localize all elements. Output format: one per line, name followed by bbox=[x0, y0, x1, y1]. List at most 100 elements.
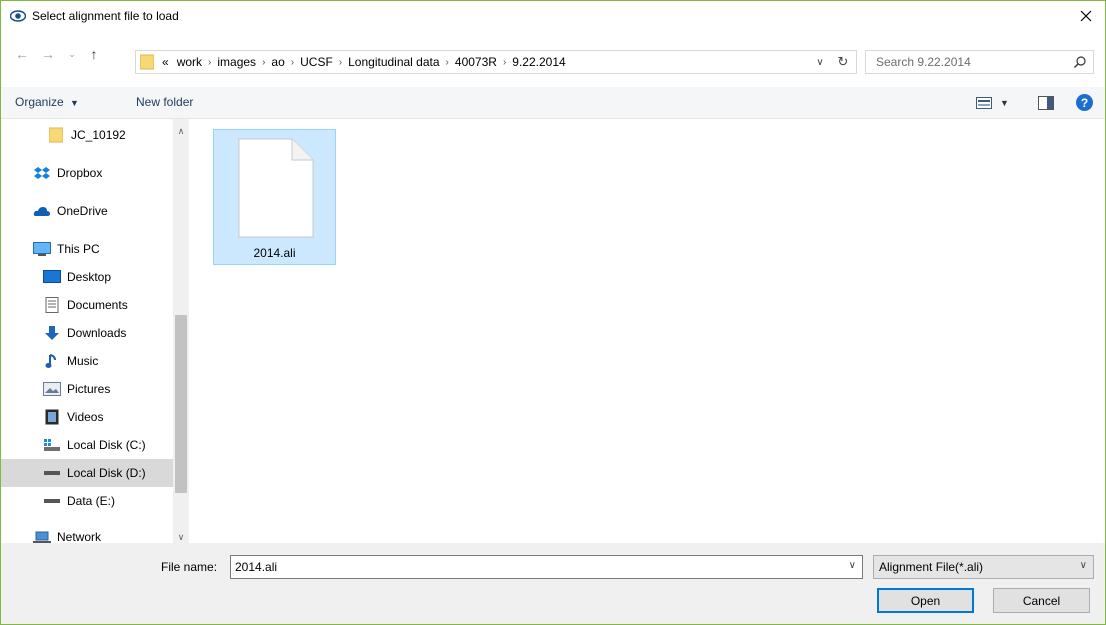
file-name-label: 2014.ali bbox=[253, 246, 296, 260]
nav-item-network[interactable]: Network bbox=[1, 523, 173, 543]
refresh-icon: ↻ bbox=[837, 54, 849, 69]
preview-pane-icon bbox=[1038, 96, 1054, 110]
chevron-right-icon[interactable]: › bbox=[444, 57, 451, 68]
breadcrumb-overflow[interactable]: « bbox=[158, 55, 173, 69]
nav-item-downloads[interactable]: Downloads bbox=[1, 319, 173, 347]
dialog-footer: File name: 2014.ali ∨ Alignment File(*.a… bbox=[1, 543, 1105, 624]
nav-item-data-e[interactable]: Data (E:) bbox=[1, 487, 173, 515]
nav-item-label: Desktop bbox=[67, 270, 112, 284]
nav-item-jc-10192[interactable]: JC_10192 bbox=[1, 121, 173, 149]
chevron-down-icon: ∨ bbox=[816, 56, 824, 68]
dropbox-icon bbox=[33, 165, 51, 181]
nav-item-desktop[interactable]: Desktop bbox=[1, 263, 173, 291]
breadcrumb-longitudinal-data[interactable]: Longitudinal data bbox=[344, 55, 443, 69]
help-icon: ? bbox=[1080, 95, 1089, 110]
new-folder-button[interactable]: New folder bbox=[136, 95, 193, 109]
close-button[interactable] bbox=[1071, 2, 1101, 30]
nav-scrollbar[interactable]: ∧ ∨ bbox=[173, 119, 189, 543]
music-icon bbox=[43, 353, 61, 369]
nav-item-dropbox[interactable]: Dropbox bbox=[1, 159, 173, 187]
file-name-input[interactable]: 2014.ali ∨ bbox=[230, 555, 863, 579]
chevron-down-icon: ∨ bbox=[1079, 560, 1087, 571]
nav-item-label: OneDrive bbox=[57, 204, 108, 218]
desktop-icon bbox=[43, 269, 61, 285]
preview-pane-button[interactable] bbox=[1038, 94, 1054, 112]
help-button[interactable]: ? bbox=[1076, 94, 1093, 111]
chevron-down-icon[interactable]: ∨ bbox=[849, 560, 856, 571]
chevron-right-icon[interactable]: › bbox=[337, 57, 344, 68]
refresh-button[interactable]: ↻ bbox=[835, 54, 851, 70]
drive-icon bbox=[43, 493, 61, 509]
file-item[interactable]: 2014.ali bbox=[213, 129, 336, 265]
back-button[interactable]: ← bbox=[13, 45, 31, 63]
search-icon[interactable] bbox=[1073, 55, 1087, 69]
nav-item-label: Network bbox=[57, 530, 102, 543]
title-bar: Select alignment file to load bbox=[1, 1, 1105, 31]
nav-item-label: Local Disk (D:) bbox=[67, 466, 146, 480]
nav-item-local-disk-c[interactable]: Local Disk (C:) bbox=[1, 431, 173, 459]
scroll-thumb[interactable] bbox=[175, 315, 187, 493]
address-dropdown-button[interactable]: ∨ bbox=[812, 54, 828, 70]
breadcrumb-ucsf[interactable]: UCSF bbox=[296, 55, 337, 69]
nav-item-onedrive[interactable]: OneDrive bbox=[1, 197, 173, 225]
breadcrumb-ao[interactable]: ao bbox=[267, 55, 288, 69]
nav-item-this-pc[interactable]: This PC bbox=[1, 235, 173, 263]
file-open-dialog: Select alignment file to load ← → ⌄ ↑ « … bbox=[0, 0, 1106, 625]
chevron-down-icon: ⌄ bbox=[68, 48, 76, 59]
nav-item-local-disk-d[interactable]: Local Disk (D:) bbox=[1, 459, 173, 487]
breadcrumb: « work › images › ao › UCSF › Longitudin… bbox=[158, 55, 570, 69]
chevron-up-icon: ∧ bbox=[177, 125, 185, 136]
organize-label: Organize bbox=[15, 95, 64, 109]
command-toolbar: Organize ▼ New folder ▼ ? bbox=[1, 87, 1105, 119]
nav-item-pictures[interactable]: Pictures bbox=[1, 375, 173, 403]
file-type-select[interactable]: Alignment File(*.ali) ∨ bbox=[873, 555, 1094, 579]
chevron-right-icon[interactable]: › bbox=[289, 57, 296, 68]
nav-item-label: Data (E:) bbox=[67, 494, 116, 508]
close-icon bbox=[1080, 10, 1092, 22]
up-arrow-icon: ↑ bbox=[90, 46, 98, 62]
change-view-button[interactable]: ▼ bbox=[976, 94, 1009, 112]
up-button[interactable]: ↑ bbox=[85, 45, 103, 63]
blank-file-icon bbox=[238, 138, 314, 238]
breadcrumb-work[interactable]: work bbox=[173, 55, 206, 69]
dropdown-arrow-icon: ▼ bbox=[70, 98, 79, 108]
nav-item-label: Dropbox bbox=[57, 166, 103, 180]
breadcrumb-40073r[interactable]: 40073R bbox=[451, 55, 501, 69]
chevron-right-icon[interactable]: › bbox=[260, 57, 267, 68]
nav-item-videos[interactable]: Videos bbox=[1, 403, 173, 431]
chevron-right-icon[interactable]: › bbox=[206, 57, 213, 68]
eye-icon bbox=[10, 10, 26, 22]
back-arrow-icon: ← bbox=[15, 46, 29, 62]
documents-icon bbox=[43, 297, 61, 313]
organize-button[interactable]: Organize ▼ bbox=[15, 95, 79, 109]
cancel-button[interactable]: Cancel bbox=[993, 588, 1090, 613]
onedrive-icon bbox=[33, 203, 51, 219]
forward-button[interactable]: → bbox=[39, 45, 57, 63]
breadcrumb-current-folder[interactable]: 9.22.2014 bbox=[508, 55, 569, 69]
chevron-right-icon[interactable]: › bbox=[501, 57, 508, 68]
file-name-value: 2014.ali bbox=[235, 560, 278, 574]
chevron-down-icon: ∨ bbox=[177, 531, 185, 542]
navigation-row: ← → ⌄ ↑ « work › images › ao › UCSF › Lo… bbox=[1, 31, 1105, 77]
search-placeholder: Search 9.22.2014 bbox=[876, 55, 971, 69]
nav-item-label: Local Disk (C:) bbox=[67, 438, 146, 452]
recent-locations-button[interactable]: ⌄ bbox=[63, 45, 81, 63]
breadcrumb-images[interactable]: images bbox=[213, 55, 260, 69]
open-button[interactable]: Open bbox=[877, 588, 974, 613]
address-bar[interactable]: « work › images › ao › UCSF › Longitudin… bbox=[135, 50, 857, 74]
nav-item-label: Documents bbox=[67, 298, 128, 312]
open-button-label: Open bbox=[910, 593, 941, 608]
nav-item-label: Videos bbox=[67, 410, 104, 424]
nav-item-documents[interactable]: Documents bbox=[1, 291, 173, 319]
scroll-up-button[interactable]: ∧ bbox=[173, 123, 189, 139]
nav-item-music[interactable]: Music bbox=[1, 347, 173, 375]
pictures-icon bbox=[43, 381, 61, 397]
nav-item-label: Pictures bbox=[67, 382, 111, 396]
drive-icon bbox=[43, 465, 61, 481]
downloads-icon bbox=[43, 325, 61, 341]
network-icon bbox=[33, 529, 51, 543]
scroll-down-button[interactable]: ∨ bbox=[173, 529, 189, 543]
navigation-pane: JC_10192 Dropbox OneDrive This PC Deskto… bbox=[1, 119, 189, 543]
search-input[interactable]: Search 9.22.2014 bbox=[865, 50, 1094, 74]
window-title: Select alignment file to load bbox=[32, 9, 179, 23]
